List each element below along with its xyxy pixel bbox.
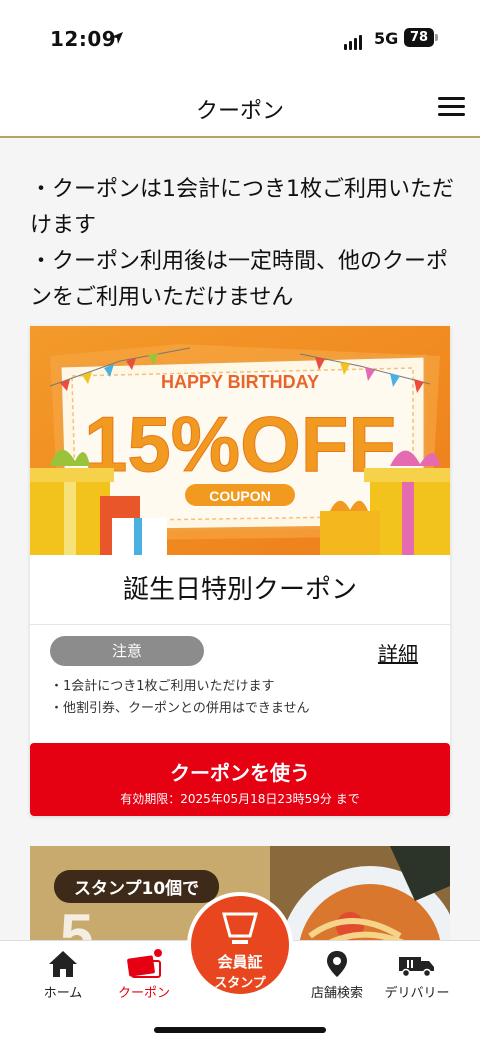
rule-item: ・1会計につき1枚ご利用いただけます: [50, 679, 275, 694]
use-coupon-button[interactable]: クーポンを使う 有効期限：2025年05月18日23時59分 まで: [30, 743, 450, 816]
detail-link[interactable]: 詳細: [378, 638, 418, 667]
notice-line-1: ・クーポンは1会計につき1枚ご利用いただけます: [30, 177, 454, 238]
clock: 12:09: [50, 27, 117, 51]
tab-store-search[interactable]: 店舗検索: [292, 949, 382, 1001]
banner-coupon-tag: COUPON: [209, 488, 270, 504]
status-bar: 12:09 5G 78: [0, 0, 480, 78]
coupon-card: HAPPY BIRTHDAY 15%OFF COUPON 誕生日特別クーポン 注…: [30, 326, 450, 816]
location-pin-icon: [327, 951, 347, 977]
coupon-notice: ・クーポンは1会計につき1枚ご利用いただけます ・クーポン利用後は一定時間、他の…: [30, 172, 460, 316]
tab-delivery[interactable]: デリバリー: [372, 949, 462, 1001]
tab-label: 店舗検索: [310, 986, 363, 1001]
tab-label: デリバリー: [384, 986, 450, 1001]
network-type: 5G: [374, 29, 399, 48]
coupon-rules: ・1会計につき1枚ご利用いただけます ・他割引券、クーポンとの併用はできません: [50, 676, 309, 720]
page-title: クーポン: [195, 99, 284, 124]
caution-badge: 注意: [50, 636, 204, 666]
stamp-label: スタンプ: [214, 976, 266, 991]
delivery-truck-icon: [399, 957, 434, 978]
tab-home[interactable]: ホーム: [18, 949, 108, 1001]
hamburger-menu-icon[interactable]: [438, 97, 465, 117]
birthday-banner-illustration: HAPPY BIRTHDAY 15%OFF COUPON: [30, 326, 450, 555]
tab-label: クーポン: [117, 986, 170, 1001]
location-arrow-icon: [111, 32, 123, 44]
signal-icon: [344, 31, 364, 50]
app-header: クーポン: [0, 78, 480, 138]
battery-cap: [435, 34, 438, 41]
banner-discount-text: 15%OFF: [84, 400, 396, 488]
use-coupon-label: クーポンを使う: [170, 761, 310, 785]
home-icon: [49, 951, 77, 977]
member-card-label: 会員証: [217, 953, 263, 971]
tab-label: ホーム: [43, 986, 83, 1001]
expiry-text: 有効期限：2025年05月18日23時59分 まで: [120, 792, 360, 806]
bowl-icon: [222, 912, 258, 944]
rule-item: ・他割引券、クーポンとの併用はできません: [50, 701, 310, 716]
coupon-banner: HAPPY BIRTHDAY 15%OFF COUPON: [30, 326, 450, 555]
member-stamp-button[interactable]: 会員証 スタンプ: [187, 892, 293, 998]
home-indicator: [154, 1027, 326, 1033]
battery-icon: 78: [404, 28, 434, 47]
notice-line-2: ・クーポン利用後は一定時間、他のクーポンをご利用いただけません: [30, 249, 449, 310]
tab-coupon[interactable]: クーポン: [99, 949, 189, 1001]
banner-top-text: HAPPY BIRTHDAY: [161, 372, 319, 392]
stamp-offer-label: スタンプ10個で: [54, 870, 220, 903]
ticket-icon: [127, 949, 162, 978]
coupon-title: 誕生日特別クーポン: [30, 555, 450, 625]
